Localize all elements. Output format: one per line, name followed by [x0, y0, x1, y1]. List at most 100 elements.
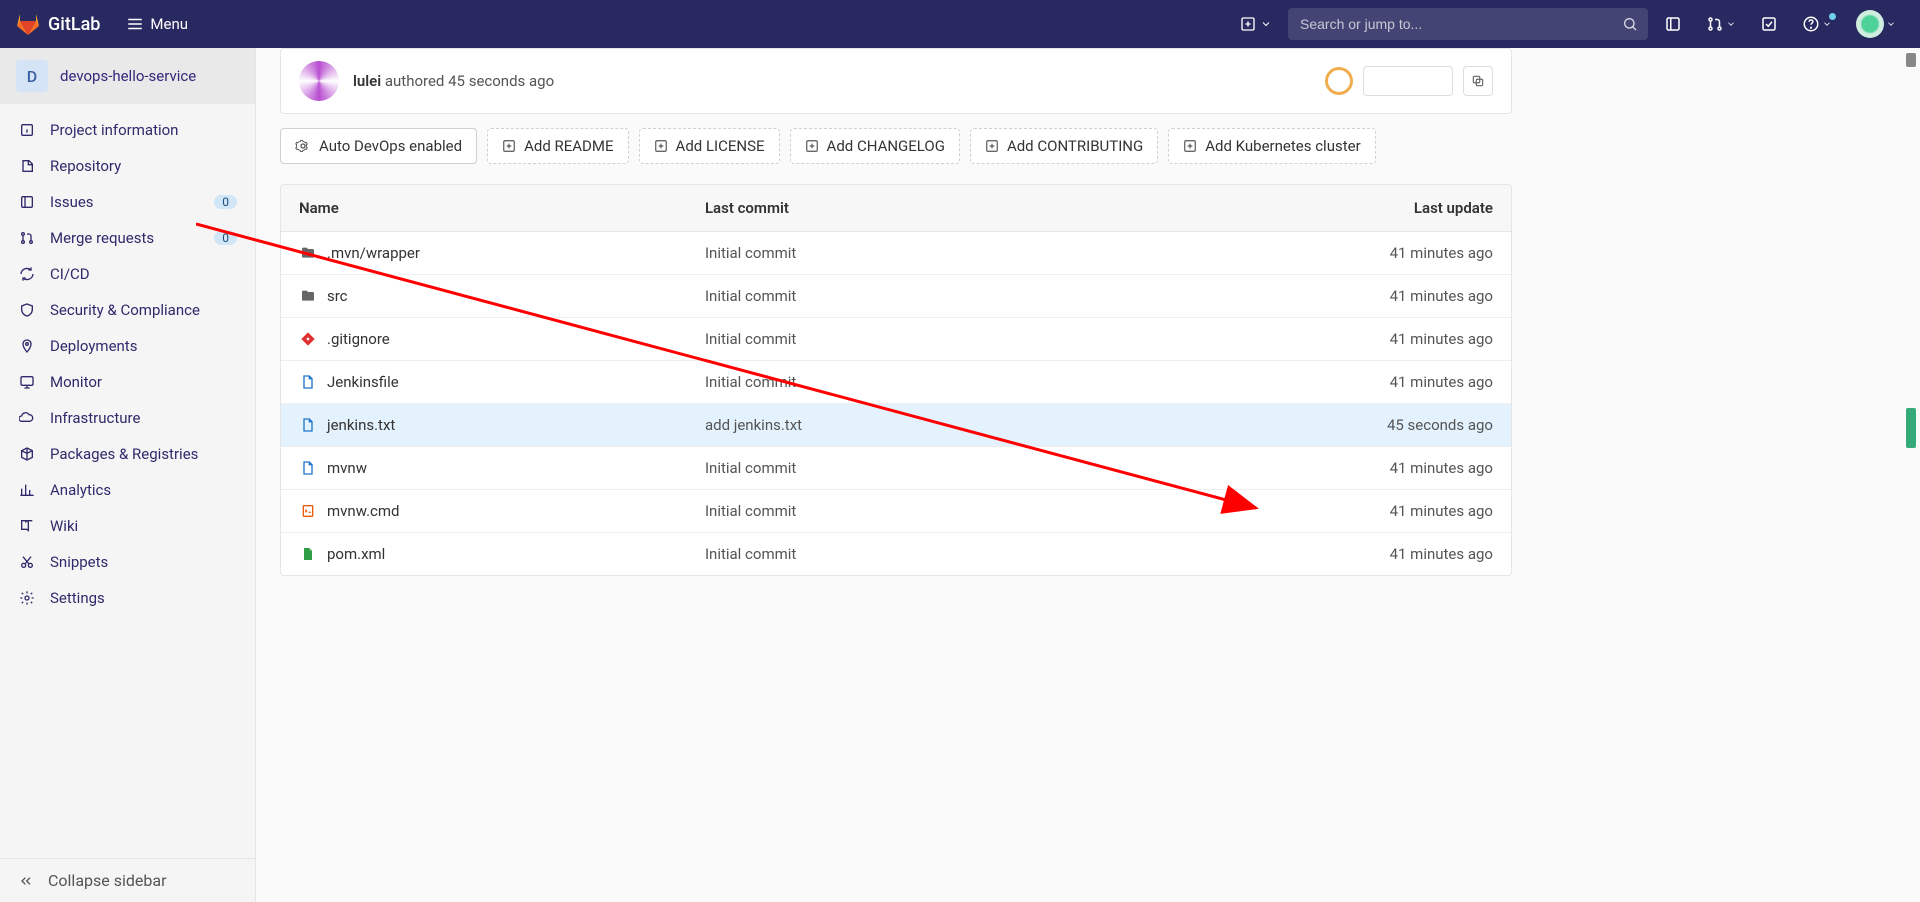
sidebar-item-repository[interactable]: Repository — [0, 148, 255, 184]
scrollbar[interactable] — [1902, 48, 1918, 902]
table-row[interactable]: .mvn/wrapper Initial commit 41 minutes a… — [281, 232, 1511, 275]
package-icon — [18, 445, 36, 463]
commit-sha-box[interactable] — [1363, 66, 1453, 96]
file-commit[interactable]: Initial commit — [705, 287, 1183, 305]
file-commit[interactable]: add jenkins.txt — [705, 416, 1183, 434]
issues-shortcut[interactable] — [1656, 9, 1690, 39]
sidebar-item-label: Settings — [50, 589, 237, 607]
sidebar-item-deployments[interactable]: Deployments — [0, 328, 255, 364]
file-commit[interactable]: Initial commit — [705, 244, 1183, 262]
file-table-body: .mvn/wrapper Initial commit 41 minutes a… — [281, 232, 1511, 575]
add-readme-label: Add README — [524, 137, 613, 155]
file-name: src — [327, 287, 348, 305]
project-name: devops-hello-service — [60, 67, 196, 85]
sidebar: D devops-hello-service Project informati… — [0, 48, 256, 902]
sidebar-item-infrastructure[interactable]: Infrastructure — [0, 400, 255, 436]
file-commit[interactable]: Initial commit — [705, 373, 1183, 391]
sidebar-item-snippets[interactable]: Snippets — [0, 544, 255, 580]
sidebar-item-packages-registries[interactable]: Packages & Registries — [0, 436, 255, 472]
file-commit[interactable]: Initial commit — [705, 330, 1183, 348]
add-k8s-label: Add Kubernetes cluster — [1205, 137, 1360, 155]
sidebar-item-ci-cd[interactable]: CI/CD — [0, 256, 255, 292]
header-name: Name — [299, 199, 705, 217]
table-row[interactable]: jenkins.txt add jenkins.txt 45 seconds a… — [281, 404, 1511, 447]
plus-icon — [654, 139, 668, 153]
collapse-label: Collapse sidebar — [48, 871, 166, 890]
file-commit[interactable]: Initial commit — [705, 459, 1183, 477]
table-row[interactable]: Jenkinsfile Initial commit 41 minutes ag… — [281, 361, 1511, 404]
sidebar-item-merge-requests[interactable]: Merge requests 0 — [0, 220, 255, 256]
collapse-sidebar[interactable]: Collapse sidebar — [0, 858, 255, 902]
sidebar-item-label: Merge requests — [50, 229, 200, 247]
search-input[interactable] — [1288, 8, 1648, 40]
deploy-icon — [18, 337, 36, 355]
info-icon — [18, 121, 36, 139]
brand-group[interactable]: GitLab — [16, 12, 100, 36]
file-commit[interactable]: Initial commit — [705, 545, 1183, 563]
sidebar-item-wiki[interactable]: Wiki — [0, 508, 255, 544]
file-update: 45 seconds ago — [1183, 416, 1493, 434]
sidebar-item-analytics[interactable]: Analytics — [0, 472, 255, 508]
main-content: lulei authored 45 seconds ago Auto DevOp… — [256, 48, 1536, 616]
copy-commit-button[interactable] — [1463, 66, 1493, 96]
sidebar-item-issues[interactable]: Issues 0 — [0, 184, 255, 220]
file-update: 41 minutes ago — [1183, 502, 1493, 520]
file-name: .mvn/wrapper — [327, 244, 420, 262]
file-name: Jenkinsfile — [327, 373, 399, 391]
folder-icon — [299, 244, 317, 262]
file-update: 41 minutes ago — [1183, 459, 1493, 477]
user-avatar-icon — [1856, 10, 1884, 38]
add-license-button[interactable]: Add LICENSE — [639, 128, 780, 164]
sidebar-item-label: Repository — [50, 157, 237, 175]
table-row[interactable]: mvnw.cmd Initial commit 41 minutes ago — [281, 490, 1511, 533]
plus-icon — [805, 139, 819, 153]
add-contributing-label: Add CONTRIBUTING — [1007, 137, 1143, 155]
merge-requests-shortcut[interactable] — [1698, 9, 1744, 39]
file-blue-icon — [299, 459, 317, 477]
pipeline-status-icon[interactable] — [1325, 67, 1353, 95]
file-update: 41 minutes ago — [1183, 287, 1493, 305]
file-green-icon — [299, 545, 317, 563]
table-row[interactable]: src Initial commit 41 minutes ago — [281, 275, 1511, 318]
sidebar-item-project-information[interactable]: Project information — [0, 112, 255, 148]
commit-author[interactable]: lulei — [353, 72, 381, 90]
monitor-icon — [18, 373, 36, 391]
todos-shortcut[interactable] — [1752, 9, 1786, 39]
table-row[interactable]: mvnw Initial commit 41 minutes ago — [281, 447, 1511, 490]
commit-summary: lulei authored 45 seconds ago — [353, 72, 554, 90]
issues-icon — [18, 193, 36, 211]
file-table-header: Name Last commit Last update — [281, 185, 1511, 232]
file-commit[interactable]: Initial commit — [705, 502, 1183, 520]
wiki-icon — [18, 517, 36, 535]
add-changelog-button[interactable]: Add CHANGELOG — [790, 128, 960, 164]
file-update: 41 minutes ago — [1183, 373, 1493, 391]
sidebar-item-monitor[interactable]: Monitor — [0, 364, 255, 400]
help-dropdown[interactable] — [1794, 9, 1840, 39]
project-header[interactable]: D devops-hello-service — [0, 48, 255, 104]
add-k8s-button[interactable]: Add Kubernetes cluster — [1168, 128, 1375, 164]
autodevops-button[interactable]: Auto DevOps enabled — [280, 128, 477, 164]
new-dropdown[interactable] — [1232, 10, 1280, 38]
plus-icon — [985, 139, 999, 153]
sidebar-item-label: Snippets — [50, 553, 237, 571]
file-orange-icon — [299, 502, 317, 520]
settings-icon — [18, 589, 36, 607]
add-contributing-button[interactable]: Add CONTRIBUTING — [970, 128, 1158, 164]
table-row[interactable]: .gitignore Initial commit 41 minutes ago — [281, 318, 1511, 361]
folder-icon — [299, 287, 317, 305]
top-navbar: GitLab Menu — [0, 0, 1920, 48]
table-row[interactable]: pom.xml Initial commit 41 minutes ago — [281, 533, 1511, 575]
file-blue-icon — [299, 373, 317, 391]
sidebar-item-security-compliance[interactable]: Security & Compliance — [0, 292, 255, 328]
chevron-down-icon — [1260, 18, 1272, 30]
plus-icon — [502, 139, 516, 153]
file-name: mvnw.cmd — [327, 502, 400, 520]
collapse-icon — [18, 873, 34, 889]
file-table: Name Last commit Last update .mvn/wrappe… — [280, 184, 1512, 576]
user-menu[interactable] — [1848, 4, 1904, 44]
add-readme-button[interactable]: Add README — [487, 128, 628, 164]
sidebar-item-settings[interactable]: Settings — [0, 580, 255, 616]
menu-toggle[interactable]: Menu — [116, 9, 198, 39]
gear-icon — [295, 138, 311, 154]
autodevops-label: Auto DevOps enabled — [319, 137, 462, 155]
